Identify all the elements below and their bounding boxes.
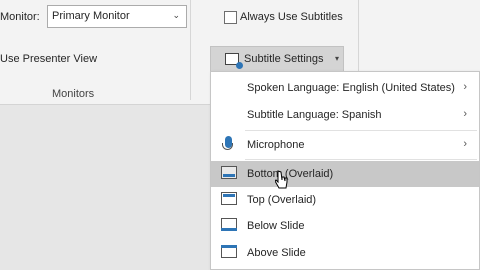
chevron-right-icon: › — [463, 108, 467, 120]
menu-item-spoken-language[interactable]: Spoken Language: English (United States)… — [211, 75, 479, 101]
top-overlaid-icon — [221, 192, 237, 205]
microphone-label: Microphone — [247, 139, 305, 151]
subtitle-language-label: Subtitle Language: Spanish — [247, 109, 382, 121]
below-slide-icon — [221, 218, 237, 231]
chevron-down-icon: ▾ — [335, 54, 340, 63]
bottom-overlaid-icon — [221, 166, 237, 179]
above-slide-label: Above Slide — [247, 247, 306, 259]
spoken-language-label: Spoken Language: English (United States) — [247, 82, 455, 94]
menu-item-microphone[interactable]: Microphone › — [211, 132, 479, 158]
monitor-dropdown[interactable]: Primary Monitor ⌄ — [47, 5, 187, 28]
menu-item-subtitle-language[interactable]: Subtitle Language: Spanish › — [211, 102, 479, 128]
monitors-group-title: Monitors — [52, 88, 95, 100]
chevron-down-icon: ⌄ — [172, 10, 180, 20]
menu-separator — [245, 159, 477, 160]
chevron-right-icon: › — [463, 81, 467, 93]
chevron-right-icon: › — [463, 138, 467, 150]
subtitle-settings-label: Subtitle Settings — [244, 53, 324, 65]
subtitle-settings-button[interactable]: Subtitle Settings ▾ — [210, 46, 344, 72]
menu-item-top-overlaid[interactable]: Top (Overlaid) — [211, 187, 479, 213]
top-overlaid-label: Top (Overlaid) — [247, 194, 317, 206]
always-use-subtitles-label[interactable]: Always Use Subtitles — [240, 11, 343, 23]
mouse-cursor-icon — [275, 170, 288, 189]
microphone-icon — [222, 136, 233, 150]
group-divider — [190, 0, 191, 100]
above-slide-icon — [221, 245, 237, 258]
monitor-label: Monitor: — [0, 11, 40, 23]
always-use-subtitles-checkbox[interactable] — [224, 11, 237, 24]
subtitle-settings-icon — [225, 53, 243, 69]
below-slide-label: Below Slide — [247, 220, 305, 232]
menu-item-bottom-overlaid[interactable]: Bottom (Overlaid) — [211, 161, 479, 187]
menu-item-above-slide[interactable]: Above Slide — [211, 240, 479, 266]
subtitle-settings-menu: Spoken Language: English (United States)… — [210, 71, 480, 270]
use-presenter-view-checkbox-label[interactable]: Use Presenter View — [0, 53, 97, 65]
monitor-dropdown-value: Primary Monitor — [52, 10, 130, 22]
menu-item-below-slide[interactable]: Below Slide — [211, 213, 479, 239]
menu-separator — [245, 130, 477, 131]
bottom-overlaid-label: Bottom (Overlaid) — [247, 168, 334, 180]
